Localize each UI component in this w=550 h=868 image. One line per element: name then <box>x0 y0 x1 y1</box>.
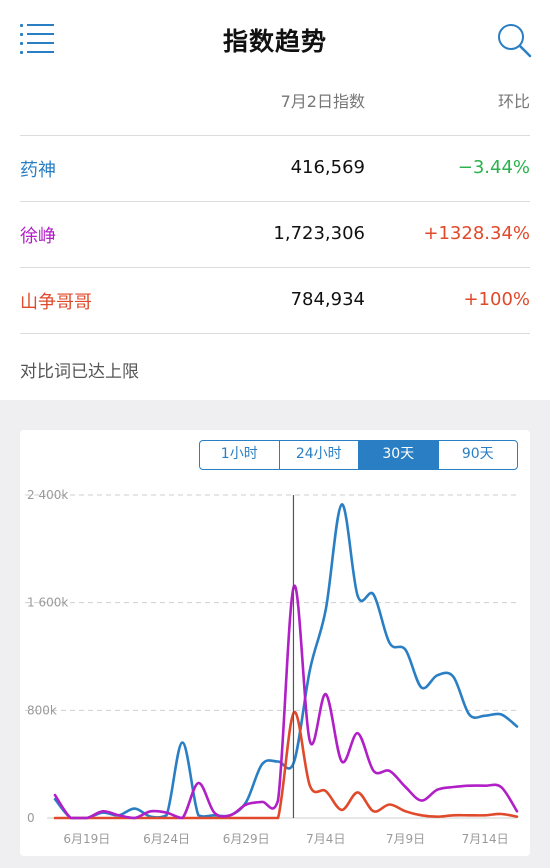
y-tick-label: 0 <box>27 811 35 825</box>
x-tick-label: 6月29日 <box>223 832 270 846</box>
series-line <box>53 711 519 820</box>
series-line <box>53 584 519 820</box>
x-tick-label: 7月4日 <box>306 832 345 846</box>
trend-line-chart[interactable]: 0 800k 1 600k 2 400k 6月19日 6月24日 6月29日 7月4日 7月9日… <box>0 0 550 868</box>
x-tick-label: 7月14日 <box>462 832 509 846</box>
x-tick-label: 7月9日 <box>386 832 425 846</box>
y-tick-label: 1 600k <box>27 596 68 610</box>
y-tick-label: 2 400k <box>27 488 68 502</box>
y-tick-label: 800k <box>27 703 57 717</box>
x-tick-label: 6月19日 <box>63 832 110 846</box>
x-tick-label: 6月24日 <box>143 832 190 846</box>
